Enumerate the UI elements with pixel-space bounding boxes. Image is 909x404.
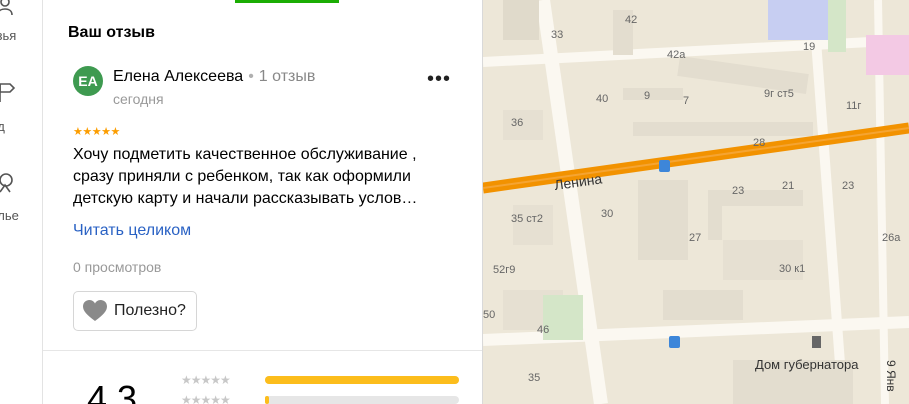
map-canvas[interactable]: Ленина Дом губернатора 9 Янв 33 42 19 42… xyxy=(483,0,909,404)
rail-item-portfolio[interactable]: алье xyxy=(0,170,42,223)
views-count: 0 просмотров xyxy=(73,259,162,275)
rail-item-label: алье xyxy=(0,208,19,223)
building-number: 42 xyxy=(625,14,637,26)
heart-icon xyxy=(83,300,107,321)
building-number: 11г xyxy=(846,100,861,112)
map-area[interactable]: Ленина Дом губернатора 9 Янв 33 42 19 42… xyxy=(483,0,909,404)
author-review-count: 1 отзыв xyxy=(258,68,316,85)
building-number: 35 ст2 xyxy=(511,213,543,225)
portfolio-icon xyxy=(0,173,13,193)
rating-bar-fill xyxy=(265,396,269,404)
review-stars: ★★★★★ xyxy=(73,126,120,138)
avatar[interactable]: ЕА xyxy=(73,66,103,96)
building-number: 7 xyxy=(683,95,689,107)
building-number: 21 xyxy=(782,180,794,192)
left-rail: узья ид алье xyxy=(0,0,43,404)
landmark-label: Дом губернатора xyxy=(755,357,859,372)
rail-item-friends[interactable]: узья xyxy=(0,0,42,44)
rail-item-guide[interactable]: ид xyxy=(0,80,42,134)
active-tab-indicator xyxy=(235,0,339,3)
rating-row-stars: ★★★★★ xyxy=(181,373,231,387)
building-number: 46 xyxy=(537,324,549,336)
useful-button[interactable]: Полезно? xyxy=(73,291,197,331)
building-number: 9 xyxy=(644,90,650,102)
building-number: 35 xyxy=(528,372,540,384)
divider xyxy=(43,350,482,351)
landmark-icon[interactable] xyxy=(812,336,821,348)
more-dots-icon: ••• xyxy=(426,68,451,90)
friends-icon xyxy=(0,0,13,16)
building-number: 23 xyxy=(842,180,854,192)
your-review-heading: Ваш отзыв xyxy=(68,24,155,41)
review-text: Хочу подметить качественное обслуживание… xyxy=(73,146,418,207)
read-full-link[interactable]: Читать целиком xyxy=(73,222,191,240)
more-options-button[interactable]: ••• xyxy=(421,68,457,94)
overall-rating: 4,3 xyxy=(87,378,138,404)
building-number: 30 xyxy=(601,208,613,220)
building-number: 28 xyxy=(753,137,765,149)
building-number: 33 xyxy=(551,29,563,41)
author-name[interactable]: Елена Алексеева xyxy=(113,68,243,85)
vertical-street-label: 9 Янв xyxy=(884,360,898,392)
building-number: 50 xyxy=(483,309,495,321)
separator: • xyxy=(248,68,254,85)
rating-bar-fill xyxy=(265,376,459,384)
review-date: сегодня xyxy=(113,91,164,107)
review-panel: Ваш отзыв ЕА Елена Алексеева • 1 отзыв сег… xyxy=(43,0,483,404)
bus-stop-icon[interactable] xyxy=(669,336,680,348)
guide-icon xyxy=(0,83,16,102)
useful-label: Полезно? xyxy=(114,302,186,319)
bus-stop-icon[interactable] xyxy=(659,160,670,172)
building-number: 19 xyxy=(803,41,815,53)
rating-row-stars: ★★★★★ xyxy=(181,393,231,404)
building-number: 30 к1 xyxy=(779,263,805,275)
rating-bar xyxy=(265,376,459,384)
building-number: 23 xyxy=(732,185,744,197)
rating-bar xyxy=(265,396,459,404)
building-number: 40 xyxy=(596,93,608,105)
author-line: Елена Алексеева • 1 отзыв xyxy=(113,68,315,86)
building-number: 42а xyxy=(667,49,686,61)
building-number: 9г ст5 xyxy=(764,88,794,100)
building-number: 27 xyxy=(689,232,701,244)
rail-item-label: узья xyxy=(0,28,17,43)
building-number: 26а xyxy=(882,232,901,244)
building-number: 52г9 xyxy=(493,264,515,276)
rail-item-label: ид xyxy=(0,119,5,134)
building-number: 36 xyxy=(511,117,523,129)
